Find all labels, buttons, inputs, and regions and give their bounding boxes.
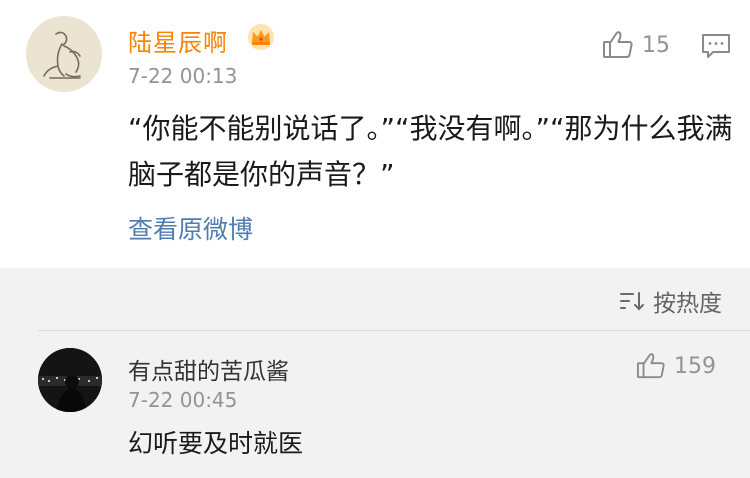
comments-section: 按热度 有点甜的苦瓜酱 7-22 00:45 159 幻听要及时就医 — [0, 268, 750, 478]
comment-like-button[interactable]: 159 — [636, 352, 716, 380]
commenter-username[interactable]: 有点甜的苦瓜酱 — [128, 352, 289, 386]
sort-label: 按热度 — [653, 291, 722, 317]
night-cityscape-icon — [38, 348, 102, 412]
comment-timestamp: 7-22 00:45 — [128, 388, 238, 412]
weibo-post: 陆星辰啊 7-22 00:13 15 “你能不能别说话了。”“我没有啊。”“那为… — [0, 0, 750, 268]
post-like-count: 15 — [642, 32, 670, 58]
author-username[interactable]: 陆星辰啊 — [128, 23, 228, 58]
comment-like-count: 159 — [674, 353, 716, 379]
thumbs-up-icon — [637, 353, 665, 379]
post-text: “你能不能别说话了。”“我没有啊。”“那为什么我满脑子都是你的声音？” — [128, 112, 733, 191]
post-timestamp: 7-22 00:13 — [128, 64, 238, 88]
comment-text: 幻听要及时就医 — [128, 429, 304, 458]
view-original-link[interactable]: 查看原微博 — [128, 210, 253, 246]
comment-icon[interactable] — [701, 33, 731, 59]
post-like-button[interactable]: 15 — [602, 30, 670, 60]
thumbs-up-icon — [603, 31, 633, 58]
sketch-figure-icon — [26, 16, 102, 92]
comments-divider — [38, 330, 750, 331]
commenter-avatar[interactable] — [38, 348, 102, 412]
sort-icon — [620, 292, 644, 311]
author-avatar[interactable] — [26, 16, 102, 92]
sort-by-hot-button[interactable]: 按热度 — [619, 284, 722, 318]
crown-badge-icon — [248, 24, 274, 50]
